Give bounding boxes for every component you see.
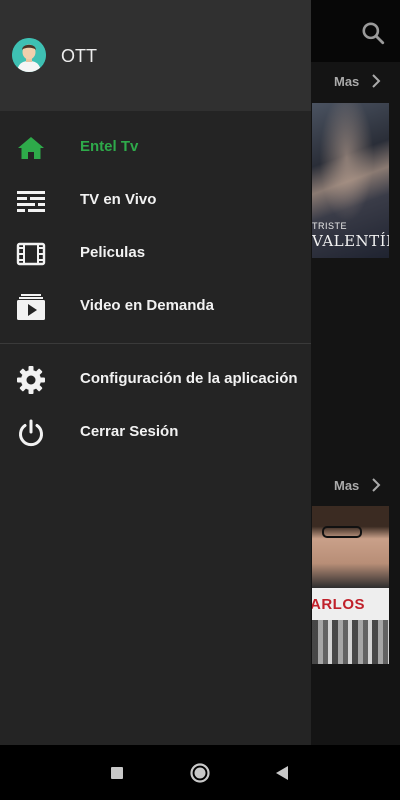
movie-poster[interactable]: TRISTE VALENTÍN: [312, 103, 389, 258]
drawer-header: OTT: [0, 0, 311, 111]
chevron-right-icon: [372, 478, 381, 492]
more-label: Mas: [334, 478, 360, 493]
menu-item-entel-tv[interactable]: Entel Tv: [0, 121, 311, 173]
menu-item-label: Cerrar Sesión: [80, 423, 179, 440]
film-icon: [16, 242, 46, 266]
poster-title: ARLOS: [312, 596, 365, 613]
home-icon: [18, 137, 44, 159]
section-more-link[interactable]: Mas: [312, 68, 400, 98]
menu-item-logout[interactable]: Cerrar Sesión: [0, 406, 311, 458]
menu-item-label: Video en Demanda: [80, 297, 214, 314]
back-icon[interactable]: [270, 761, 294, 785]
power-icon: [19, 419, 43, 447]
search-icon[interactable]: [360, 20, 386, 46]
menu-item-label: TV en Vivo: [80, 191, 157, 208]
menu-divider: [0, 343, 311, 344]
video-on-demand-icon: [17, 294, 45, 320]
menu-item-settings[interactable]: Configuración de la aplicación: [0, 353, 311, 405]
menu-item-label: Peliculas: [80, 244, 146, 261]
menu-item-video-en-demanda[interactable]: Video en Demanda: [0, 280, 311, 332]
menu-item-label: Configuración de la aplicación: [80, 370, 298, 387]
menu-item-peliculas[interactable]: Peliculas: [0, 227, 311, 279]
gear-icon: [17, 366, 45, 394]
menu-item-tv-en-vivo[interactable]: TV en Vivo: [0, 174, 311, 226]
menu-item-label: Entel Tv: [80, 138, 139, 155]
more-label: Mas: [334, 74, 360, 89]
chevron-right-icon: [372, 74, 381, 88]
system-navigation-bar: [0, 745, 400, 800]
home-circle-icon[interactable]: [188, 761, 212, 785]
user-avatar-icon[interactable]: [12, 38, 46, 72]
section-more-link[interactable]: Mas: [312, 472, 400, 502]
recents-icon[interactable]: [105, 761, 129, 785]
poster-title-line2: VALENTÍN: [312, 232, 389, 250]
user-name: OTT: [61, 46, 97, 66]
poster-title-line1: TRISTE: [312, 221, 348, 231]
live-tv-icon: [17, 191, 45, 212]
movie-poster[interactable]: ARLOS: [312, 506, 389, 664]
navigation-drawer: OTT Entel Tv TV en Vivo Peliculas Video …: [0, 0, 311, 745]
